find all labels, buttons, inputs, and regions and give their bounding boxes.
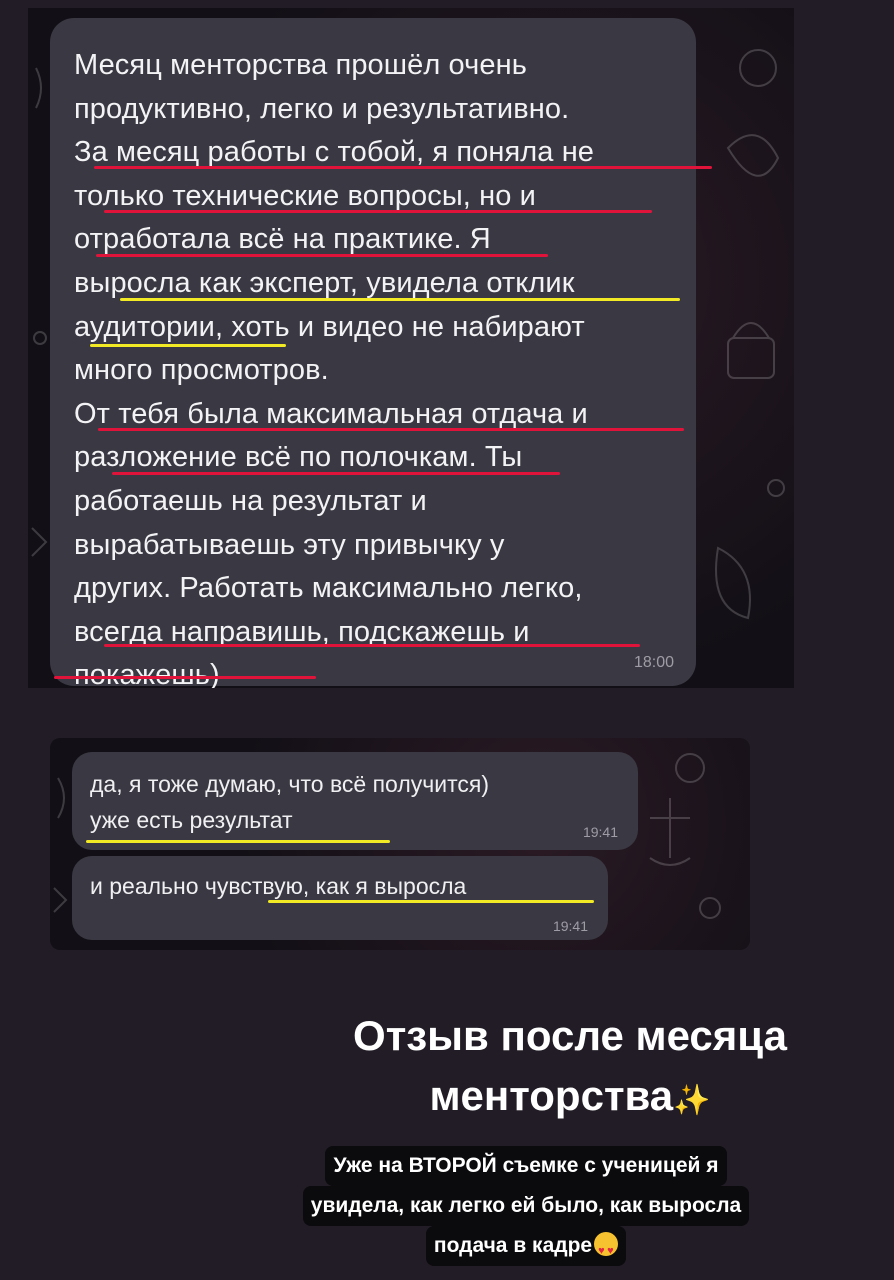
caption-sub-line3-wrap: подача в кадре bbox=[425, 1226, 627, 1267]
underline-yellow bbox=[86, 840, 390, 843]
message-time: 18:00 bbox=[633, 654, 674, 671]
caption-sub-row: подача в кадре bbox=[224, 1226, 828, 1267]
message-bubble: да, я тоже думаю, что всё получится) уже… bbox=[72, 752, 638, 850]
caption-title-line1: Отзыв после месяца bbox=[353, 1012, 787, 1059]
message-bubble: и реально чувствую, как я выросла 19:41 bbox=[72, 856, 608, 940]
story-page: { "chat1": { "message": "Месяц менторств… bbox=[0, 0, 894, 1280]
caption-sub-line3: подача в кадре bbox=[433, 1234, 593, 1257]
underline-yellow bbox=[268, 900, 594, 903]
underline-red bbox=[54, 676, 316, 679]
message-text: да, я тоже думаю, что всё получится) уже… bbox=[90, 771, 489, 833]
message-time: 19:41 bbox=[582, 824, 618, 840]
underline-red bbox=[104, 210, 652, 213]
caption-sub-line2: увидела, как легко ей было, как выросла bbox=[302, 1186, 750, 1226]
chat-screenshot-2: да, я тоже думаю, что всё получится) уже… bbox=[50, 738, 750, 950]
caption-subtitle: Уже на ВТОРОЙ съемке с ученицей я увидел… bbox=[224, 1146, 828, 1267]
message-bubble: Месяц менторства прошёл очень продуктивн… bbox=[50, 18, 712, 688]
caption-sub-line1: Уже на ВТОРОЙ съемке с ученицей я bbox=[325, 1146, 727, 1186]
message-text: Месяц менторства прошёл очень продуктивн… bbox=[74, 49, 595, 688]
message-text: и реально чувствую, как я выросла bbox=[90, 873, 467, 899]
underline-yellow bbox=[120, 298, 680, 301]
caption-title-line2: менторства✨ bbox=[270, 1066, 870, 1131]
underline-red bbox=[96, 254, 548, 257]
caption-title: Отзыв после месяца менторства✨ bbox=[270, 1006, 870, 1131]
heart-eyes-emoji-icon bbox=[594, 1232, 619, 1267]
underline-yellow bbox=[90, 344, 286, 347]
caption-sub-row: Уже на ВТОРОЙ съемке с ученицей я bbox=[224, 1146, 828, 1186]
caption-sub-row: увидела, как легко ей было, как выросла bbox=[224, 1186, 828, 1226]
message-time: 19:41 bbox=[552, 918, 588, 934]
underline-red bbox=[94, 166, 712, 169]
underline-red bbox=[112, 472, 560, 475]
underline-red bbox=[98, 428, 684, 431]
sparkles-icon: ✨ bbox=[673, 1084, 711, 1117]
chat-screenshot-1: Месяц менторства прошёл очень продуктивн… bbox=[28, 8, 794, 688]
caption-title-line2-text: менторства bbox=[429, 1072, 674, 1119]
underline-red bbox=[104, 644, 640, 647]
